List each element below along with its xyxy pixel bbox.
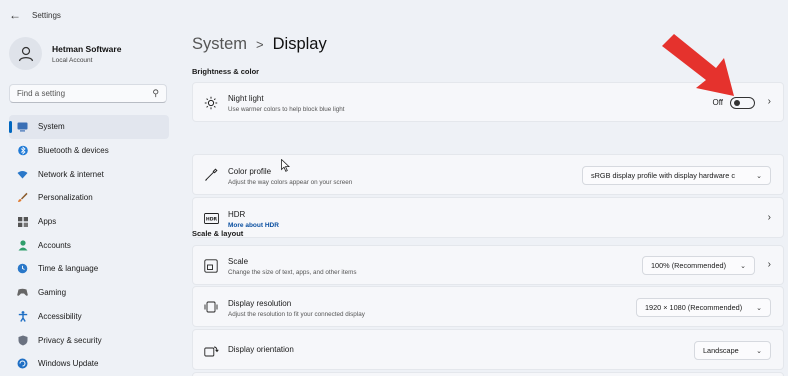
sidebar-item-gaming[interactable]: Gaming bbox=[9, 281, 169, 305]
breadcrumb: System > Display bbox=[192, 35, 327, 54]
sidebar-item-accessibility[interactable]: Accessibility bbox=[9, 305, 169, 329]
scale-icon bbox=[203, 258, 219, 274]
display-resolution-card: Display resolution Adjust the resolution… bbox=[192, 286, 784, 327]
globe-clock-icon bbox=[17, 263, 28, 274]
profile-name: Hetman Software bbox=[52, 43, 122, 54]
sidebar-item-system[interactable]: System bbox=[9, 115, 169, 139]
orientation-icon bbox=[203, 343, 219, 359]
display-resolution-title: Display resolution bbox=[228, 299, 292, 308]
display-resolution-value: 1920 × 1080 (Recommended) bbox=[645, 303, 743, 312]
search-icon: ⚲ bbox=[152, 88, 159, 98]
sidebar-item-label: Network & internet bbox=[38, 169, 104, 179]
brightness-icon bbox=[203, 95, 219, 111]
update-icon bbox=[17, 358, 28, 369]
avatar bbox=[9, 37, 42, 70]
breadcrumb-separator: > bbox=[256, 37, 264, 52]
sidebar-item-bluetooth[interactable]: Bluetooth & devices bbox=[9, 139, 169, 163]
sidebar-item-label: Accessibility bbox=[38, 311, 82, 321]
sidebar-item-label: Privacy & security bbox=[38, 335, 102, 345]
sidebar-item-privacy-security[interactable]: Privacy & security bbox=[9, 328, 169, 352]
back-arrow-icon: ← bbox=[9, 8, 21, 22]
hdr-icon: HDR bbox=[203, 210, 219, 226]
color-profile-subtitle: Adjust the way colors appear on your scr… bbox=[228, 179, 353, 186]
scale-value: 100% (Recommended) bbox=[651, 261, 727, 270]
accessibility-icon bbox=[17, 310, 28, 322]
profile-account-type: Local Account bbox=[52, 56, 93, 64]
sidebar-item-label: Apps bbox=[38, 217, 57, 227]
sidebar: Hetman Software Local Account Find a set… bbox=[0, 30, 178, 376]
section-title-scale-layout: Scale & layout bbox=[192, 229, 244, 238]
breadcrumb-parent[interactable]: System bbox=[192, 35, 247, 54]
red-arrow-annotation bbox=[662, 34, 734, 96]
scale-dropdown[interactable]: 100% (Recommended) ⌄ bbox=[642, 256, 755, 275]
sidebar-item-label: Time & language bbox=[38, 264, 99, 274]
color-profile-title: Color profile bbox=[228, 167, 272, 176]
chevron-down-icon: ⌄ bbox=[756, 304, 762, 312]
title-bar: ← Settings bbox=[0, 0, 788, 30]
sidebar-nav: System Bluetooth & devices Network & int… bbox=[9, 115, 169, 376]
sidebar-item-accounts[interactable]: Accounts bbox=[9, 233, 169, 257]
sidebar-item-label: Accounts bbox=[38, 240, 71, 250]
sidebar-item-apps[interactable]: Apps bbox=[9, 210, 169, 234]
user-profile[interactable]: Hetman Software Local Account bbox=[9, 37, 121, 70]
monitor-icon bbox=[17, 121, 28, 132]
sidebar-item-network[interactable]: Network & internet bbox=[9, 162, 169, 186]
sidebar-item-time-language[interactable]: Time & language bbox=[9, 257, 169, 281]
person-icon bbox=[18, 46, 33, 61]
color-profile-dropdown[interactable]: sRGB display profile with display hardwa… bbox=[582, 166, 771, 185]
hdr-card[interactable]: HDR HDR More about HDR › bbox=[192, 197, 784, 238]
sidebar-item-label: System bbox=[38, 122, 65, 132]
display-orientation-title: Display orientation bbox=[228, 345, 294, 354]
chevron-down-icon: ⌄ bbox=[756, 347, 762, 355]
eyedropper-icon bbox=[203, 167, 219, 183]
display-resolution-dropdown[interactable]: 1920 × 1080 (Recommended) ⌄ bbox=[636, 298, 771, 317]
chevron-down-icon: ⌄ bbox=[740, 262, 746, 270]
shield-icon bbox=[17, 335, 28, 346]
sidebar-item-personalization[interactable]: Personalization bbox=[9, 186, 169, 210]
mouse-cursor-icon bbox=[281, 159, 290, 172]
scale-title: Scale bbox=[228, 257, 249, 266]
next-setting-card bbox=[192, 372, 784, 376]
resolution-icon bbox=[203, 299, 219, 315]
bluetooth-icon bbox=[17, 145, 28, 156]
scale-card: Scale Change the size of text, apps, and… bbox=[192, 245, 784, 285]
display-resolution-subtitle: Adjust the resolution to fit your connec… bbox=[228, 311, 365, 318]
app-title: Settings bbox=[32, 10, 61, 20]
sidebar-item-label: Windows Update bbox=[38, 359, 99, 369]
night-light-title: Night light bbox=[228, 94, 264, 103]
search-input[interactable]: Find a setting ⚲ bbox=[9, 84, 167, 103]
chevron-right-icon: › bbox=[767, 259, 771, 270]
back-button[interactable]: ← bbox=[2, 2, 28, 28]
hdr-title: HDR bbox=[228, 210, 246, 219]
section-title-brightness-color: Brightness & color bbox=[192, 67, 260, 76]
gamepad-icon bbox=[17, 287, 28, 298]
chevron-down-icon: ⌄ bbox=[756, 172, 762, 180]
hdr-more-link[interactable]: More about HDR bbox=[228, 222, 279, 229]
wifi-icon bbox=[17, 169, 28, 180]
search-placeholder: Find a setting bbox=[17, 89, 66, 98]
person-icon bbox=[17, 240, 28, 251]
sidebar-item-label: Bluetooth & devices bbox=[38, 146, 109, 156]
display-orientation-card: Display orientation Landscape ⌄ bbox=[192, 329, 784, 370]
brush-icon bbox=[17, 192, 28, 203]
svg-text:HDR: HDR bbox=[205, 216, 217, 222]
chevron-right-icon: › bbox=[767, 212, 771, 223]
scale-subtitle: Change the size of text, apps, and other… bbox=[228, 269, 357, 276]
apps-icon bbox=[17, 216, 28, 227]
sidebar-item-label: Personalization bbox=[38, 193, 93, 203]
chevron-right-icon: › bbox=[767, 96, 771, 107]
page-title: Display bbox=[272, 35, 327, 53]
display-orientation-value: Landscape bbox=[703, 346, 739, 355]
sidebar-item-label: Gaming bbox=[38, 288, 67, 298]
sidebar-item-windows-update[interactable]: Windows Update bbox=[9, 352, 169, 376]
night-light-subtitle: Use warmer colors to help block blue lig… bbox=[228, 106, 345, 113]
color-profile-value: sRGB display profile with display hardwa… bbox=[591, 171, 735, 180]
display-orientation-dropdown[interactable]: Landscape ⌄ bbox=[694, 341, 771, 360]
toggle-knob bbox=[734, 100, 740, 106]
